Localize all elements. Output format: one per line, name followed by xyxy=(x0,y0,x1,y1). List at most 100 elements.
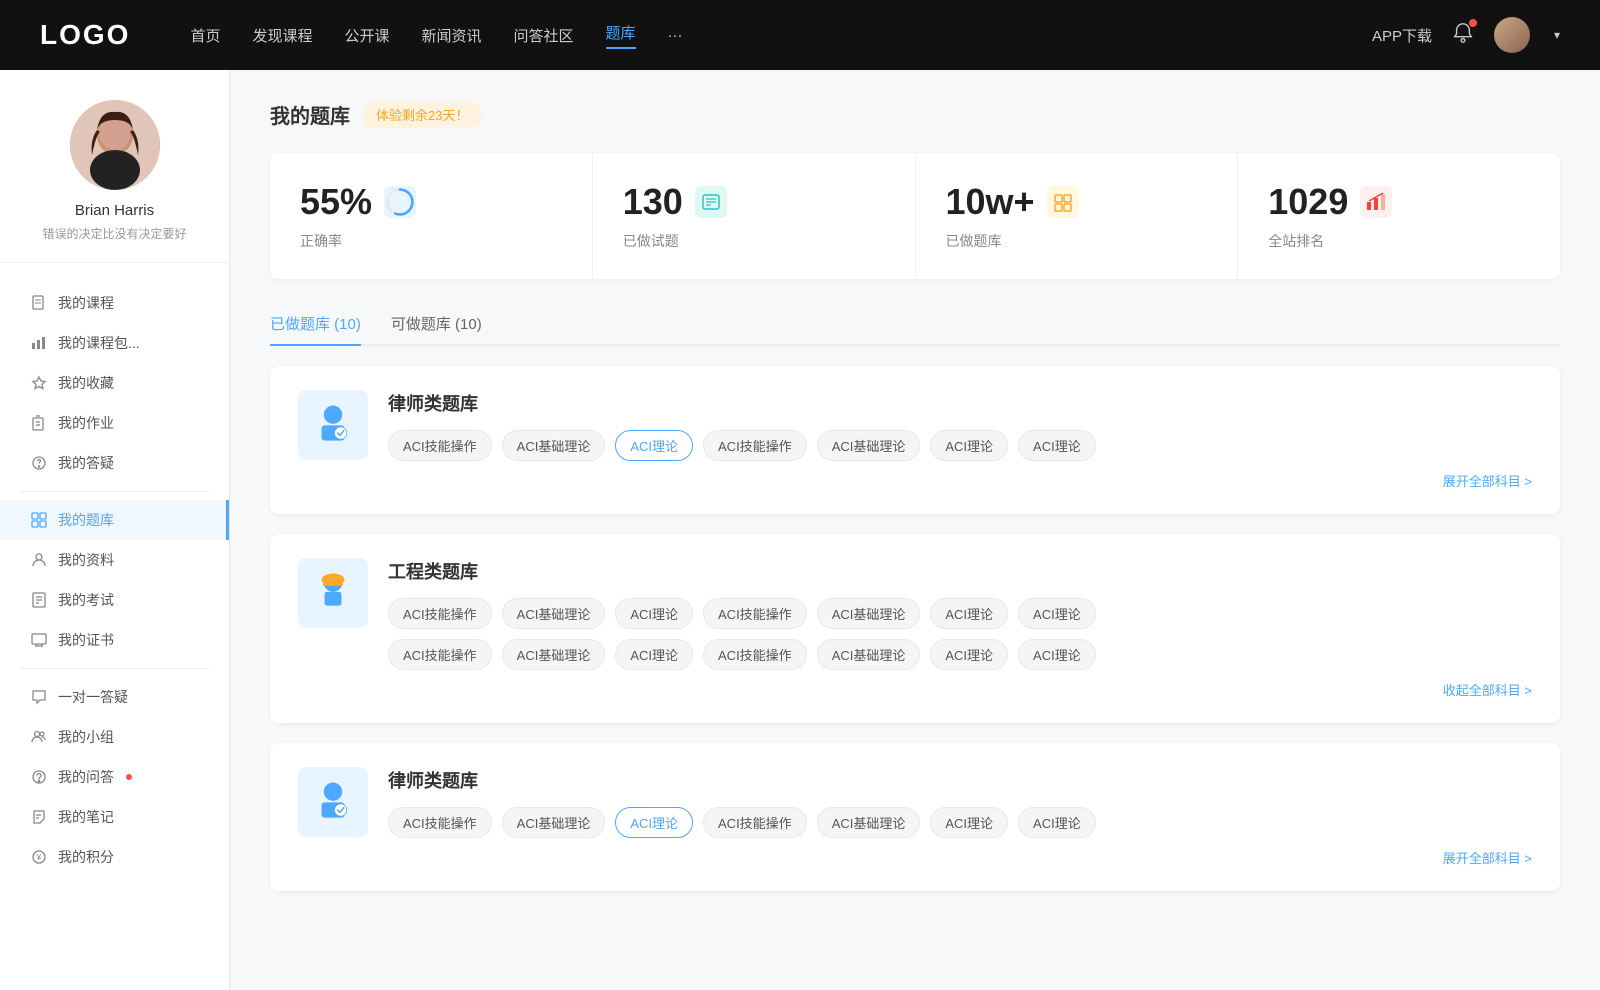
question-circle-icon xyxy=(30,454,48,472)
bank-card-engineer-header: 工程类题库 ACI技能操作 ACI基础理论 ACI理论 ACI技能操作 ACI基… xyxy=(298,558,1532,699)
accuracy-icon xyxy=(384,186,416,218)
bank-expand-lawyer-1[interactable]: 展开全部科目 > xyxy=(388,471,1532,490)
eng-tag-1[interactable]: ACI基础理论 xyxy=(502,598,606,629)
stat-banks-value: 10w+ xyxy=(946,181,1035,223)
sidebar-item-points[interactable]: ¥ 我的积分 xyxy=(0,837,229,877)
bank-card-lawyer-2: 律师类题库 ACI技能操作 ACI基础理论 ACI理论 ACI技能操作 ACI基… xyxy=(270,743,1560,891)
sidebar-item-favorites[interactable]: 我的收藏 xyxy=(0,363,229,403)
stat-questions-header: 130 xyxy=(623,181,885,223)
stat-rank-header: 1029 xyxy=(1268,181,1530,223)
sidebar-label-profile: 我的资料 xyxy=(58,550,114,570)
eng-tag-5[interactable]: ACI理论 xyxy=(930,598,1008,629)
nav-home[interactable]: 首页 xyxy=(190,25,220,46)
sidebar-label-exams: 我的考试 xyxy=(58,590,114,610)
tab-done-banks[interactable]: 已做题库 (10) xyxy=(270,303,361,344)
questions-notification-dot xyxy=(126,774,132,780)
sidebar-label-notes: 我的笔记 xyxy=(58,807,114,827)
nav-news[interactable]: 新闻资讯 xyxy=(422,25,482,46)
sidebar-item-bank[interactable]: 我的题库 xyxy=(0,500,229,540)
sidebar-item-profile[interactable]: 我的资料 xyxy=(0,540,229,580)
nav-discover[interactable]: 发现课程 xyxy=(252,25,312,46)
sidebar-item-exams[interactable]: 我的考试 xyxy=(0,580,229,620)
sidebar-label-questions: 我的问答 xyxy=(58,767,114,787)
eng-tag-13[interactable]: ACI理论 xyxy=(1018,639,1096,670)
nav-bank[interactable]: 题库 xyxy=(606,22,636,49)
l2-tag-6[interactable]: ACI理论 xyxy=(1018,807,1096,838)
chevron-down-icon[interactable]: ▾ xyxy=(1554,28,1560,42)
tag-3[interactable]: ACI技能操作 xyxy=(703,430,807,461)
stat-banks: 10w+ 已做题库 xyxy=(916,153,1239,279)
profile-motto: 错误的决定比没有决定要好 xyxy=(20,225,209,242)
page-title: 我的题库 xyxy=(270,100,350,129)
l2-tag-2-active[interactable]: ACI理论 xyxy=(615,807,693,838)
tab-available-banks[interactable]: 可做题库 (10) xyxy=(391,303,482,344)
eng-tag-9[interactable]: ACI理论 xyxy=(615,639,693,670)
bank-expand-engineer[interactable]: 收起全部科目 > xyxy=(388,680,1532,699)
sidebar-item-qa[interactable]: 我的答疑 xyxy=(0,443,229,483)
bank-info-lawyer-2: 律师类题库 ACI技能操作 ACI基础理论 ACI理论 ACI技能操作 ACI基… xyxy=(388,767,1532,867)
eng-tag-2[interactable]: ACI理论 xyxy=(615,598,693,629)
note-icon xyxy=(30,808,48,826)
nav-more[interactable]: ··· xyxy=(668,27,683,44)
sidebar-item-questions[interactable]: 我的问答 xyxy=(0,757,229,797)
eng-tag-3[interactable]: ACI技能操作 xyxy=(703,598,807,629)
grid-menu-icon xyxy=(30,511,48,529)
header-right: APP下载 ▾ xyxy=(1372,17,1560,53)
l2-tag-5[interactable]: ACI理论 xyxy=(930,807,1008,838)
sidebar-label-homework: 我的作业 xyxy=(58,413,114,433)
sidebar-item-courses[interactable]: 我的课程 xyxy=(0,283,229,323)
stat-rank: 1029 全站排名 xyxy=(1238,153,1560,279)
sidebar-item-group[interactable]: 我的小组 xyxy=(0,717,229,757)
nav-qa[interactable]: 问答社区 xyxy=(514,25,574,46)
l2-tag-0[interactable]: ACI技能操作 xyxy=(388,807,492,838)
sidebar: Brian Harris 错误的决定比没有决定要好 我的课程 我的课程包... xyxy=(0,70,230,990)
sidebar-item-certs[interactable]: 我的证书 xyxy=(0,620,229,660)
eng-tag-12[interactable]: ACI理论 xyxy=(930,639,1008,670)
sidebar-label-packages: 我的课程包... xyxy=(58,333,140,353)
eng-tag-0[interactable]: ACI技能操作 xyxy=(388,598,492,629)
chat-icon xyxy=(30,688,48,706)
l2-tag-4[interactable]: ACI基础理论 xyxy=(817,807,921,838)
stat-rank-label: 全站排名 xyxy=(1268,231,1530,251)
stat-rank-value: 1029 xyxy=(1268,181,1348,223)
eng-tag-4[interactable]: ACI基础理论 xyxy=(817,598,921,629)
main-nav: 首页 发现课程 公开课 新闻资讯 问答社区 题库 ··· xyxy=(190,22,1372,49)
trial-badge: 体验剩余23天！ xyxy=(362,101,482,128)
notification-bell[interactable] xyxy=(1452,22,1474,49)
eng-tag-8[interactable]: ACI基础理论 xyxy=(502,639,606,670)
logo[interactable]: LOGO xyxy=(40,19,130,51)
tag-5[interactable]: ACI理论 xyxy=(930,430,1008,461)
menu-divider-1 xyxy=(20,491,209,492)
sidebar-menu: 我的课程 我的课程包... 我的收藏 我的作业 xyxy=(0,273,229,887)
coin-icon: ¥ xyxy=(30,848,48,866)
tag-0[interactable]: ACI技能操作 xyxy=(388,430,492,461)
eng-tag-11[interactable]: ACI基础理论 xyxy=(817,639,921,670)
lawyer-bank-icon-1 xyxy=(298,390,368,460)
rank-icon xyxy=(1360,186,1392,218)
sidebar-label-points: 我的积分 xyxy=(58,847,114,867)
bank-card-engineer: 工程类题库 ACI技能操作 ACI基础理论 ACI理论 ACI技能操作 ACI基… xyxy=(270,534,1560,723)
l2-tag-3[interactable]: ACI技能操作 xyxy=(703,807,807,838)
sidebar-label-bank: 我的题库 xyxy=(58,510,114,530)
eng-tag-10[interactable]: ACI技能操作 xyxy=(703,639,807,670)
app-download-link[interactable]: APP下载 xyxy=(1372,25,1432,46)
sidebar-item-one-on-one[interactable]: 一对一答疑 xyxy=(0,677,229,717)
stat-banks-header: 10w+ xyxy=(946,181,1208,223)
bank-tags-engineer-row1: ACI技能操作 ACI基础理论 ACI理论 ACI技能操作 ACI基础理论 AC… xyxy=(388,598,1532,629)
avatar-image xyxy=(70,100,160,190)
tag-4[interactable]: ACI基础理论 xyxy=(817,430,921,461)
eng-tag-7[interactable]: ACI技能操作 xyxy=(388,639,492,670)
sidebar-item-packages[interactable]: 我的课程包... xyxy=(0,323,229,363)
sidebar-item-notes[interactable]: 我的笔记 xyxy=(0,797,229,837)
sidebar-item-homework[interactable]: 我的作业 xyxy=(0,403,229,443)
bank-expand-lawyer-2[interactable]: 展开全部科目 > xyxy=(388,848,1532,867)
l2-tag-1[interactable]: ACI基础理论 xyxy=(502,807,606,838)
nav-open-course[interactable]: 公开课 xyxy=(344,25,389,46)
tag-2-active[interactable]: ACI理论 xyxy=(615,430,693,461)
eng-tag-6[interactable]: ACI理论 xyxy=(1018,598,1096,629)
stat-questions: 130 已做试题 xyxy=(593,153,916,279)
profile-avatar[interactable] xyxy=(70,100,160,190)
tag-1[interactable]: ACI基础理论 xyxy=(502,430,606,461)
avatar[interactable] xyxy=(1494,17,1530,53)
tag-6[interactable]: ACI理论 xyxy=(1018,430,1096,461)
